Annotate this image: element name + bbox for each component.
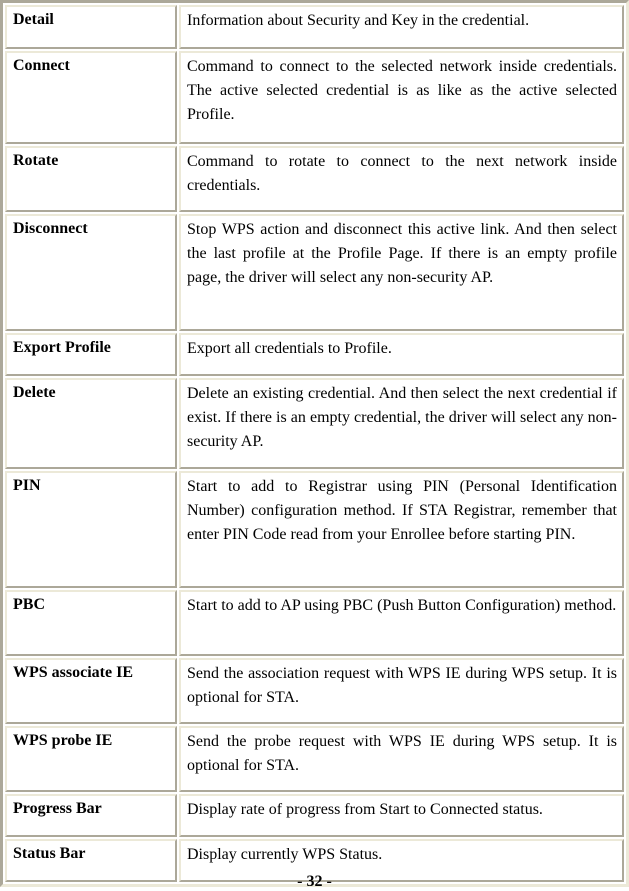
description-cell: Command to connect to the selected netwo… xyxy=(179,51,624,144)
term-cell: Disconnect xyxy=(5,214,177,331)
term-cell: PBC xyxy=(5,590,177,656)
table-row: Disconnect Stop WPS action and disconnec… xyxy=(5,214,624,331)
description-cell: Stop WPS action and disconnect this acti… xyxy=(179,214,624,331)
table-row: PBC Start to add to AP using PBC (Push B… xyxy=(5,590,624,656)
description-cell: Export all credentials to Profile. xyxy=(179,333,624,376)
term-cell: Detail xyxy=(5,5,177,49)
term-cell: Export Profile xyxy=(5,333,177,376)
table-row: Progress Bar Display rate of progress fr… xyxy=(5,794,624,837)
term-cell: WPS probe IE xyxy=(5,726,177,792)
description-cell: Start to add to AP using PBC (Push Butto… xyxy=(179,590,624,656)
table-row: Export Profile Export all credentials to… xyxy=(5,333,624,376)
term-cell: Progress Bar xyxy=(5,794,177,837)
term-cell: Connect xyxy=(5,51,177,144)
table-row: PIN Start to add to Registrar using PIN … xyxy=(5,471,624,588)
table-row: WPS associate IE Send the association re… xyxy=(5,658,624,724)
table-row: Delete Delete an existing credential. An… xyxy=(5,378,624,469)
table-row: WPS probe IE Send the probe request with… xyxy=(5,726,624,792)
description-cell: Command to rotate to connect to the next… xyxy=(179,146,624,212)
page-number: - 32 - xyxy=(297,873,332,890)
term-cell: Delete xyxy=(5,378,177,469)
table-row: Connect Command to connect to the select… xyxy=(5,51,624,144)
term-cell: Rotate xyxy=(5,146,177,212)
description-cell: Start to add to Registrar using PIN (Per… xyxy=(179,471,624,588)
term-cell: PIN xyxy=(5,471,177,588)
description-cell: Send the association request with WPS IE… xyxy=(179,658,624,724)
term-cell: WPS associate IE xyxy=(5,658,177,724)
definitions-table: Detail Information about Security and Ke… xyxy=(0,0,629,887)
description-cell: Send the probe request with WPS IE durin… xyxy=(179,726,624,792)
table-row: Rotate Command to rotate to connect to t… xyxy=(5,146,624,212)
description-cell: Display rate of progress from Start to C… xyxy=(179,794,624,837)
description-cell: Delete an existing credential. And then … xyxy=(179,378,624,469)
description-cell: Information about Security and Key in th… xyxy=(179,5,624,49)
table-row: Detail Information about Security and Ke… xyxy=(5,5,624,49)
